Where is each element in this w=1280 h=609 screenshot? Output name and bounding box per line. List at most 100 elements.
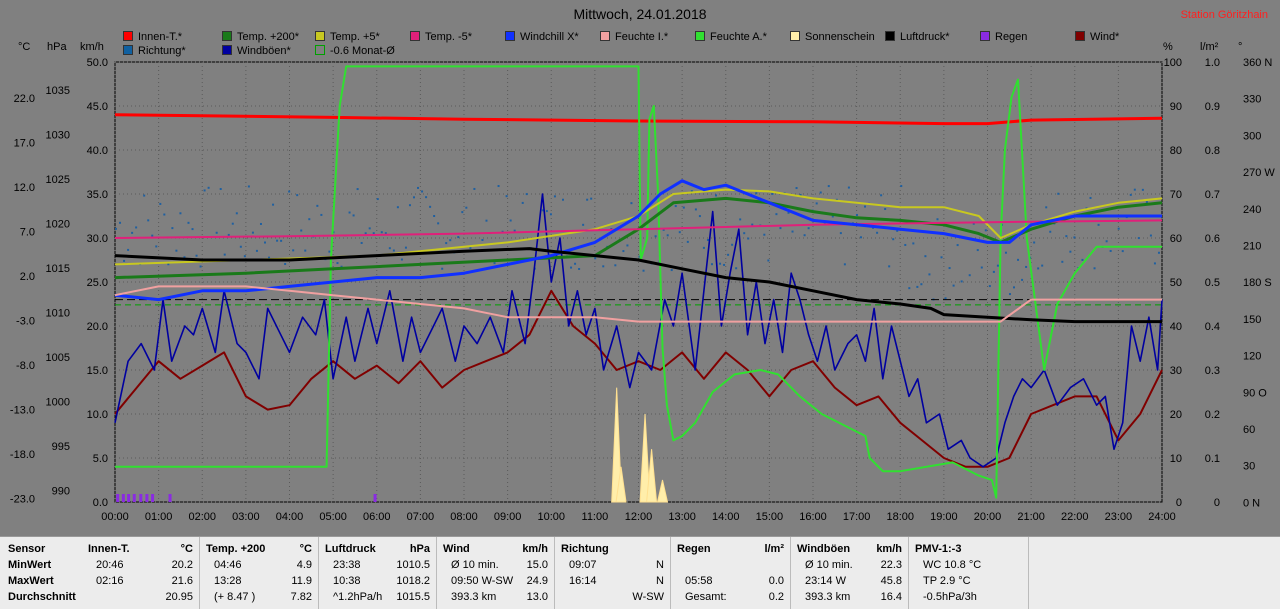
cell-label: ^1.2hPa/h <box>333 591 383 603</box>
station-name: Station Göritzhain <box>1180 9 1268 21</box>
rain-tick-label: 0.3 <box>1205 365 1220 377</box>
direction-dot <box>900 185 903 188</box>
wind-tick-label: 30.0 <box>87 233 108 245</box>
legend-item: Temp. +200* <box>222 31 299 43</box>
cell-label: Gesamt: <box>685 591 727 603</box>
direction-dot <box>203 189 206 192</box>
x-tick-label: 04:00 <box>276 511 304 523</box>
direction-dot <box>779 227 782 230</box>
cell-label: 23:14 W <box>805 575 846 587</box>
temp-tick-label: -3.0 <box>16 316 35 328</box>
legend-item: Sonnenschein <box>790 31 875 43</box>
direction-dot <box>827 185 830 188</box>
x-tick-label: 02:00 <box>188 511 216 523</box>
direction-dot <box>115 227 117 230</box>
cell-value: 20.95 <box>165 591 193 603</box>
pressure-tick-label: 990 <box>52 486 70 498</box>
direction-dot <box>715 194 718 197</box>
cell-value: 4.9 <box>296 559 312 571</box>
direction-dot <box>682 206 685 209</box>
table-column: Windböen km/h Ø 10 min. 22.3 23:14 W 45.8 393.… <box>791 537 909 609</box>
direction-dot <box>284 262 287 265</box>
cell-label: 16:14 <box>569 575 597 587</box>
x-tick-label: 06:00 <box>363 511 391 523</box>
legend-label: Sonnenschein <box>805 31 875 43</box>
direction-dot <box>574 262 577 265</box>
column-header: Temp. +200 <box>206 543 266 555</box>
direction-dot <box>976 249 979 252</box>
direction-dot <box>719 262 722 265</box>
column-unit: hPa <box>409 543 430 555</box>
direction-dot <box>465 206 468 209</box>
direction-dot <box>960 280 963 283</box>
direction-dot <box>1049 230 1052 233</box>
cell-value: 22.3 <box>880 559 902 571</box>
legend-swatch <box>222 45 232 55</box>
pressure-tick-label: 1005 <box>46 352 70 364</box>
rain-tick-label: 0.9 <box>1205 101 1220 113</box>
direction-dot <box>123 259 126 262</box>
direction-dot <box>706 239 709 242</box>
direction-dot <box>892 238 895 241</box>
direction-dot <box>272 203 275 206</box>
direction-dot <box>364 232 367 235</box>
direction-dot <box>336 262 339 265</box>
legend-item: Windböen* <box>222 45 291 57</box>
direction-dot <box>670 269 673 272</box>
column-unit: km/h <box>522 543 548 555</box>
direction-dot <box>654 235 657 238</box>
legend-label: Windchill X* <box>520 31 579 43</box>
direction-dot <box>578 267 581 270</box>
direction-dot <box>1133 188 1136 191</box>
direction-tick-label: 30 <box>1243 461 1255 473</box>
direction-dot <box>461 211 464 214</box>
column-unit: °C <box>180 543 193 555</box>
direction-dot <box>356 188 359 191</box>
legend-swatch <box>505 31 515 41</box>
direction-dot <box>131 231 134 234</box>
direction-dot <box>1109 249 1112 252</box>
direction-dot <box>372 232 375 235</box>
direction-dot <box>1117 227 1120 230</box>
direction-dot <box>425 196 428 199</box>
x-tick-label: 13:00 <box>668 511 696 523</box>
direction-tick-label: 210 <box>1243 241 1261 253</box>
direction-dot <box>159 202 162 205</box>
temp-tick-label: 22.0 <box>14 93 35 105</box>
column-unit: l/m² <box>764 543 784 555</box>
legend-item: Feuchte I.* <box>600 31 668 43</box>
cell-label: 09:50 W-SW <box>451 575 514 587</box>
cell-label: 393.3 km <box>805 591 851 603</box>
direction-dot <box>984 229 987 232</box>
direction-dot <box>586 198 589 201</box>
legend-label: Feuchte A.* <box>710 31 767 43</box>
direction-dot <box>1057 192 1060 195</box>
wind-tick-label: 5.0 <box>93 453 108 465</box>
column-header: Wind <box>443 543 470 555</box>
direction-dot <box>251 231 254 234</box>
legend-label: Temp. +5* <box>330 31 380 43</box>
cell-label: 04:46 <box>214 559 242 571</box>
humidity-tick-label: 0 <box>1176 497 1182 509</box>
direction-dot <box>280 239 283 242</box>
table-column: Wind km/h Ø 10 min. 15.0 09:50 W-SW 24.9 393.3… <box>437 537 555 609</box>
direction-dot <box>441 267 444 270</box>
direction-dot <box>735 267 738 270</box>
direction-dot <box>1073 236 1076 239</box>
cell-value: 1018.2 <box>396 575 430 587</box>
cell-label: 09:07 <box>569 559 597 571</box>
direction-dot <box>1041 264 1044 267</box>
pressure-tick-label: 1030 <box>46 130 70 142</box>
legend-item: Richtung* <box>123 45 186 57</box>
direction-dot <box>545 210 548 213</box>
table-column: Innen-T. °C 20:46 20.2 02:16 21.6 20.95 <box>82 537 200 609</box>
direction-dot <box>147 219 150 222</box>
cell-value: 13.0 <box>526 591 548 603</box>
direction-dot <box>912 242 915 245</box>
unit-celsius: °C <box>18 41 31 53</box>
direction-dot <box>948 267 951 270</box>
cell-value: W-SW <box>632 591 664 603</box>
legend-item: Windchill X* <box>505 31 579 43</box>
column-unit: km/h <box>876 543 902 555</box>
humidity-tick-label: 100 <box>1164 57 1182 69</box>
